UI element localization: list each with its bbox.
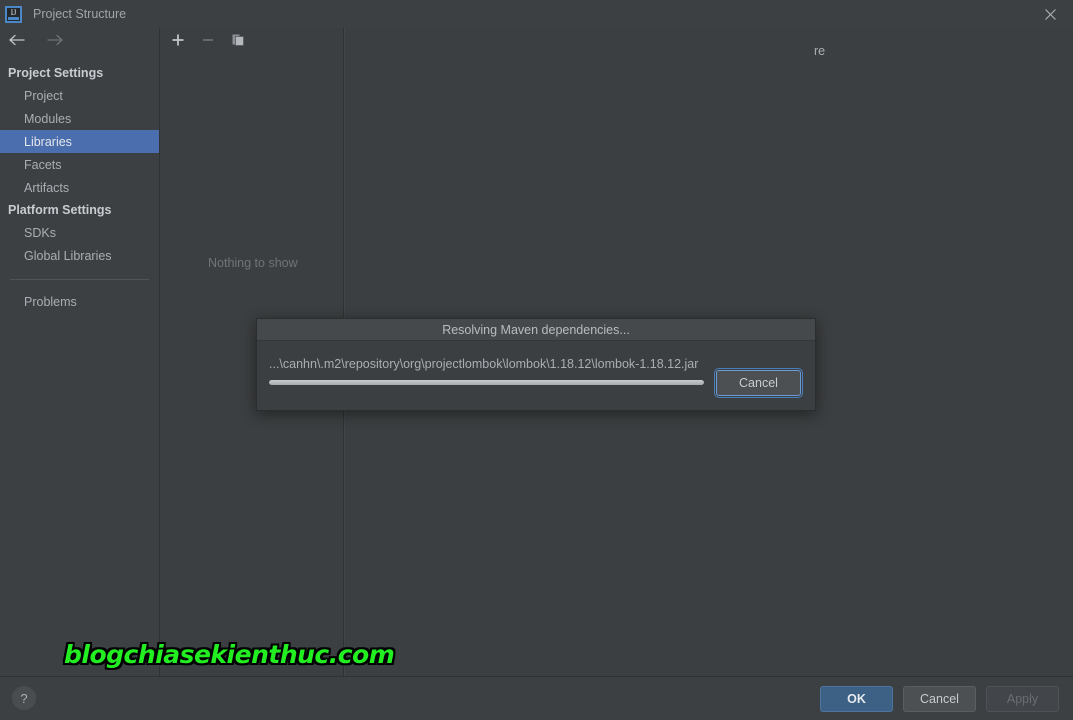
project-structure-window: IJ Project Structure Project Settings Pr… xyxy=(0,0,1073,720)
ok-button[interactable]: OK xyxy=(820,686,893,712)
intellij-idea-icon-text: IJ xyxy=(10,7,17,17)
dialog-cancel-button[interactable]: Cancel xyxy=(714,368,803,398)
arrow-right-icon[interactable] xyxy=(44,30,66,50)
empty-state-label: Nothing to show xyxy=(208,256,298,270)
sidebar-navigation xyxy=(0,28,159,52)
window-title: Project Structure xyxy=(33,7,127,21)
copy-icon[interactable] xyxy=(230,32,246,48)
add-icon-glyph xyxy=(172,34,184,46)
dialog-footer: ? OK Cancel Apply xyxy=(0,676,1073,720)
close-icon[interactable] xyxy=(1027,0,1073,28)
libraries-toolbar xyxy=(160,28,343,52)
intellij-idea-icon-bar xyxy=(8,16,19,20)
copy-icon-glyph xyxy=(232,34,244,46)
progress-bar-fill xyxy=(269,380,704,385)
dialog-body: ...\canhn\.m2\repository\org\projectlomb… xyxy=(257,341,815,411)
cancel-button[interactable]: Cancel xyxy=(903,686,976,712)
remove-icon-glyph xyxy=(203,39,213,41)
sidebar-item-global-libraries[interactable]: Global Libraries xyxy=(0,244,159,267)
sidebar-item-modules[interactable]: Modules xyxy=(0,107,159,130)
resolving-dependencies-dialog: Resolving Maven dependencies... ...\canh… xyxy=(256,318,816,411)
sidebar-item-artifacts[interactable]: Artifacts xyxy=(0,176,159,199)
dialog-progress-path: ...\canhn\.m2\repository\org\projectlomb… xyxy=(269,357,699,371)
sidebar-item-facets[interactable]: Facets xyxy=(0,153,159,176)
remove-icon xyxy=(200,32,216,48)
sidebar-group-header-project-settings: Project Settings xyxy=(8,66,104,80)
dialog-progress-area: ...\canhn\.m2\repository\org\projectlomb… xyxy=(269,357,704,385)
title-bar: IJ Project Structure xyxy=(0,0,1073,28)
close-icon-glyph xyxy=(1044,8,1056,20)
sidebar-divider xyxy=(10,279,149,280)
intellij-idea-icon: IJ xyxy=(5,5,22,23)
arrow-right-icon-glyph xyxy=(47,34,63,46)
sidebar-item-problems[interactable]: Problems xyxy=(0,290,159,313)
dialog-title: Resolving Maven dependencies... xyxy=(442,322,630,337)
sidebar-item-project[interactable]: Project xyxy=(0,84,159,107)
help-icon[interactable]: ? xyxy=(12,686,36,710)
sidebar-item-sdks[interactable]: SDKs xyxy=(0,221,159,244)
footer-button-row: OK Cancel Apply xyxy=(820,686,1059,712)
add-icon[interactable] xyxy=(170,32,186,48)
sidebar-group-header-platform-settings: Platform Settings xyxy=(8,203,112,217)
sidebar-item-libraries[interactable]: Libraries xyxy=(0,130,159,153)
arrow-left-icon-glyph xyxy=(9,34,25,46)
arrow-left-icon[interactable] xyxy=(6,30,28,50)
progress-bar xyxy=(269,380,704,385)
apply-button: Apply xyxy=(986,686,1059,712)
dialog-header: Resolving Maven dependencies... xyxy=(257,319,815,341)
obscured-text-fragment: re xyxy=(814,44,826,58)
settings-sidebar: Project Settings Project Modules Librari… xyxy=(0,28,159,676)
